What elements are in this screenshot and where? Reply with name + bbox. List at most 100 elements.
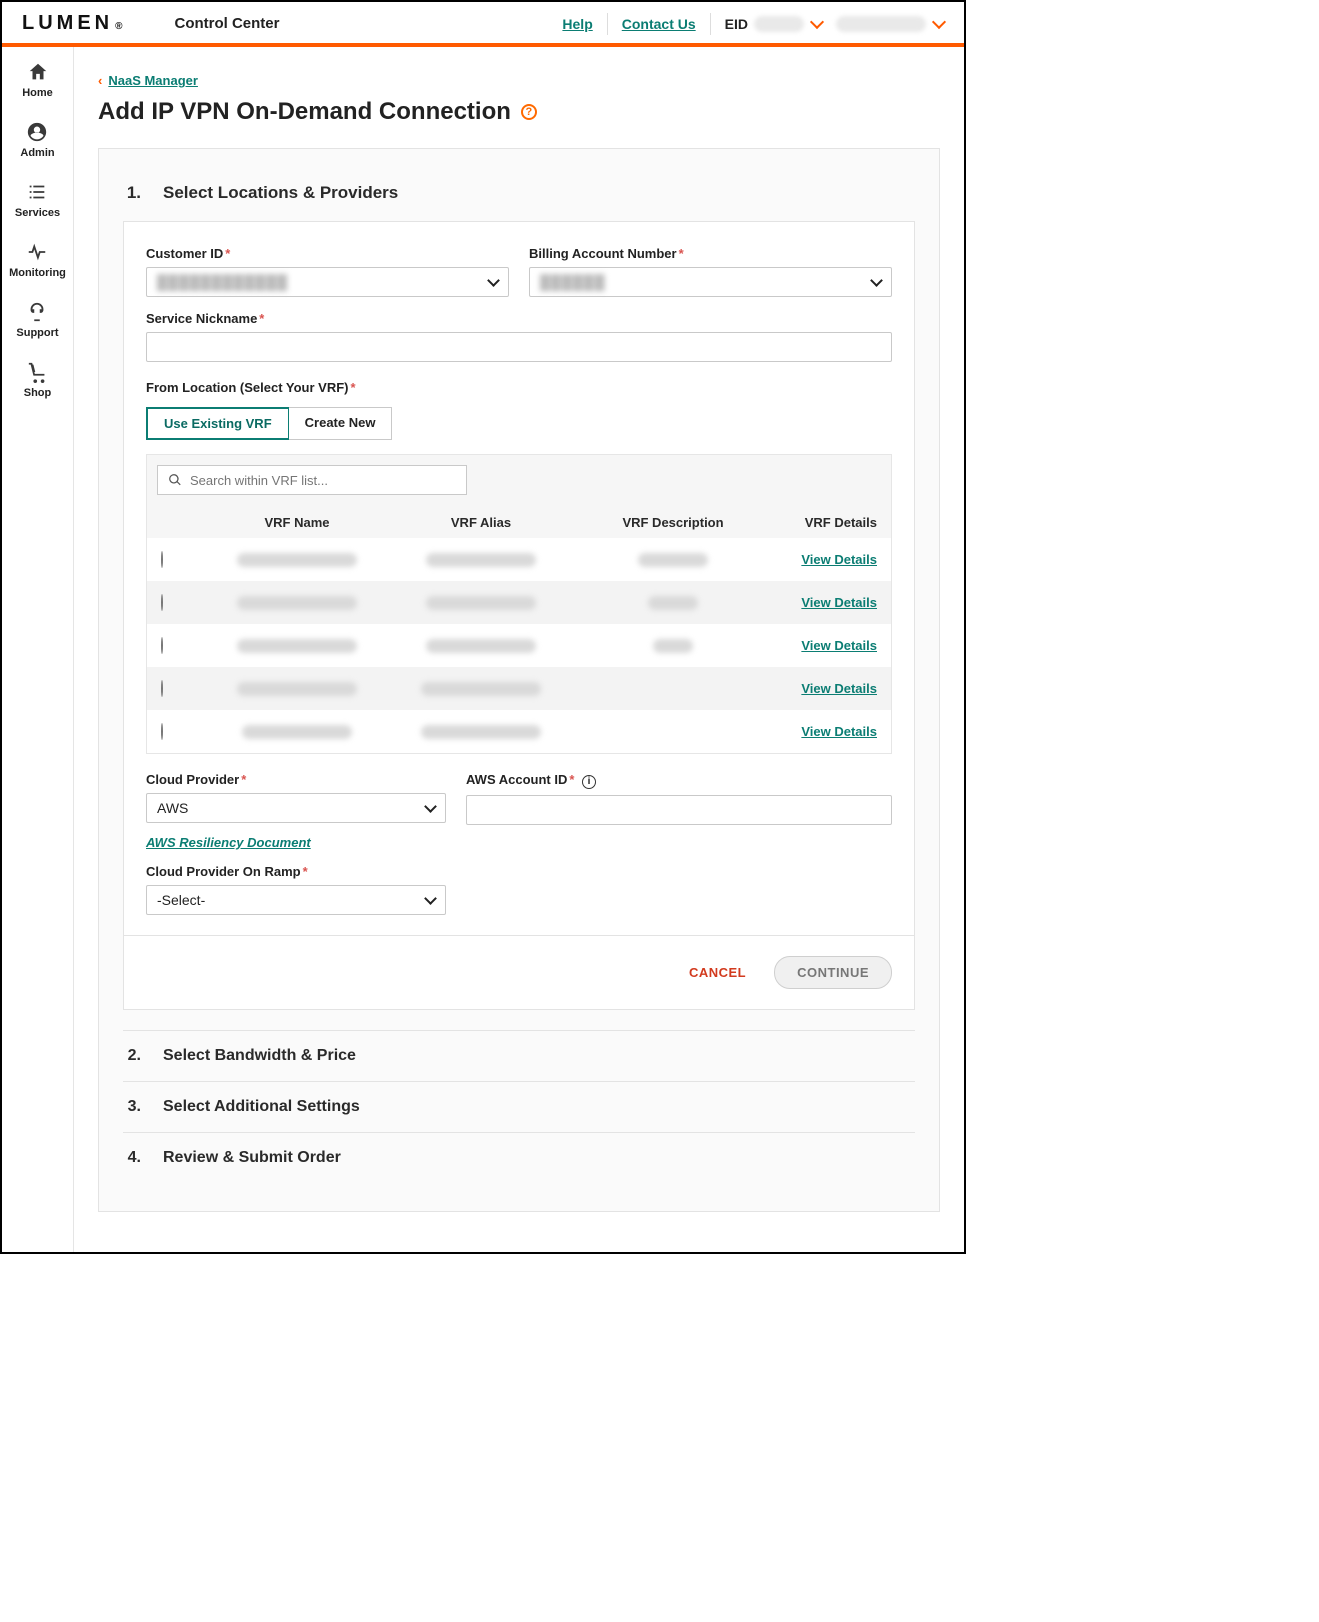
step-number: 4.	[123, 1149, 141, 1167]
aws-account-id-field[interactable]	[477, 796, 881, 824]
search-icon	[168, 473, 182, 487]
sidebar-item-admin[interactable]: Admin	[20, 121, 54, 159]
cancel-button[interactable]: CANCEL	[689, 965, 746, 980]
billing-account-label: Billing Account Number*	[529, 246, 892, 261]
required-marker: *	[303, 864, 308, 879]
breadcrumb-link-naas[interactable]: NaaS Manager	[108, 73, 198, 88]
chevron-down-icon	[810, 14, 824, 28]
sidebar-label: Shop	[24, 387, 52, 399]
account-menu[interactable]	[836, 16, 944, 32]
billing-account-value-redacted: ██████	[540, 274, 606, 290]
help-link[interactable]: Help	[562, 16, 592, 32]
radio-icon[interactable]	[161, 680, 163, 697]
required-marker: *	[259, 311, 264, 326]
divider	[607, 13, 608, 35]
step-number: 2.	[123, 1047, 141, 1065]
service-nickname-input[interactable]	[146, 332, 892, 362]
required-marker: *	[679, 246, 684, 261]
help-icon[interactable]: ?	[521, 104, 537, 120]
upcoming-steps: 2. Select Bandwidth & Price 3. Select Ad…	[123, 1030, 915, 1183]
vrf-name-redacted	[237, 639, 357, 653]
aws-account-id-input[interactable]	[466, 795, 892, 825]
eid-label: EID	[725, 16, 748, 32]
vrf-alias-redacted	[421, 725, 541, 739]
step-1-card: Customer ID* ████████████ Billing Accoun…	[123, 221, 915, 1010]
required-marker: *	[350, 380, 355, 395]
vrf-search[interactable]	[157, 465, 467, 495]
vrf-name-redacted	[237, 596, 357, 610]
vrf-table-header: VRF Name VRF Alias VRF Description VRF D…	[147, 505, 891, 538]
sidebar-item-home[interactable]: Home	[22, 61, 53, 99]
vrf-name-redacted	[237, 553, 357, 567]
logo-registered: ®	[115, 21, 126, 32]
cloud-provider-value: AWS	[157, 800, 188, 816]
cloud-provider-on-ramp-label: Cloud Provider On Ramp*	[146, 864, 446, 879]
eid-menu[interactable]: EID	[725, 16, 822, 32]
sidebar-item-services[interactable]: Services	[15, 181, 60, 219]
customer-id-select[interactable]: ████████████	[146, 267, 509, 297]
billing-account-select[interactable]: ██████	[529, 267, 892, 297]
cloud-provider-on-ramp-select[interactable]: -Select-	[146, 885, 446, 915]
sidebar-label: Monitoring	[9, 267, 66, 279]
page-title-text: Add IP VPN On-Demand Connection	[98, 98, 511, 126]
sidebar-item-shop[interactable]: Shop	[24, 361, 52, 399]
contact-us-link[interactable]: Contact Us	[622, 16, 696, 32]
radio-icon[interactable]	[161, 637, 163, 654]
step-4-header[interactable]: 4. Review & Submit Order	[123, 1132, 915, 1183]
sidebar-label: Support	[16, 327, 58, 339]
tab-use-existing-vrf[interactable]: Use Existing VRF	[146, 407, 290, 440]
step-3-header[interactable]: 3. Select Additional Settings	[123, 1081, 915, 1132]
view-details-link[interactable]: View Details	[801, 552, 877, 567]
step-2-header[interactable]: 2. Select Bandwidth & Price	[123, 1030, 915, 1081]
radio-icon[interactable]	[161, 723, 163, 740]
view-details-link[interactable]: View Details	[801, 595, 877, 610]
vrf-row[interactable]: View Details	[147, 538, 891, 581]
step-title: Select Locations & Providers	[163, 183, 398, 203]
radio-icon[interactable]	[161, 594, 163, 611]
tab-create-new[interactable]: Create New	[289, 407, 393, 440]
wizard-panel: 1. Select Locations & Providers Customer…	[98, 148, 940, 1212]
vrf-search-input[interactable]	[190, 473, 456, 488]
radio-icon[interactable]	[161, 551, 163, 568]
vrf-desc-redacted	[653, 639, 693, 653]
vrf-name-redacted	[242, 725, 352, 739]
vrf-row[interactable]: View Details	[147, 667, 891, 710]
chevron-down-icon	[870, 274, 883, 287]
service-nickname-label: Service Nickname*	[146, 311, 892, 326]
user-circle-icon	[26, 121, 48, 143]
brand-logo: LUMEN ®	[22, 12, 126, 35]
chevron-down-icon	[932, 14, 946, 28]
vrf-desc-redacted	[638, 553, 708, 567]
step-actions: CANCEL CONTINUE	[124, 935, 914, 1009]
customer-id-value-redacted: ████████████	[157, 274, 288, 290]
view-details-link[interactable]: View Details	[801, 724, 877, 739]
service-nickname-field[interactable]	[157, 333, 881, 361]
vrf-row[interactable]: View Details	[147, 624, 891, 667]
from-location-label: From Location (Select Your VRF)*	[146, 380, 892, 395]
sidebar-item-support[interactable]: Support	[16, 301, 58, 339]
cloud-provider-select[interactable]: AWS	[146, 793, 446, 823]
chevron-down-icon	[424, 800, 437, 813]
vrf-alias-redacted	[426, 553, 536, 567]
support-icon	[26, 301, 48, 323]
vrf-table-body[interactable]: View Details View Details	[147, 538, 891, 753]
vrf-row[interactable]: View Details	[147, 710, 891, 753]
vrf-mode-tabs: Use Existing VRF Create New	[146, 407, 892, 440]
sidebar-item-monitoring[interactable]: Monitoring	[9, 241, 66, 279]
aws-resiliency-link[interactable]: AWS Resiliency Document	[146, 835, 446, 850]
vrf-row[interactable]: View Details	[147, 581, 891, 624]
col-vrf-name: VRF Name	[201, 515, 393, 530]
view-details-link[interactable]: View Details	[801, 638, 877, 653]
continue-button[interactable]: CONTINUE	[774, 956, 892, 989]
info-icon[interactable]: i	[582, 775, 596, 789]
left-sidebar: Home Admin Services Monitoring	[2, 47, 74, 1252]
col-vrf-alias: VRF Alias	[393, 515, 569, 530]
app-title: Control Center	[174, 15, 279, 32]
step-title: Select Bandwidth & Price	[163, 1047, 356, 1065]
app-header: LUMEN ® Control Center Help Contact Us E…	[2, 2, 964, 47]
step-number: 3.	[123, 1098, 141, 1116]
cart-icon	[27, 361, 49, 383]
view-details-link[interactable]: View Details	[801, 681, 877, 696]
col-vrf-details: VRF Details	[777, 515, 877, 530]
eid-value-redacted	[754, 16, 804, 32]
